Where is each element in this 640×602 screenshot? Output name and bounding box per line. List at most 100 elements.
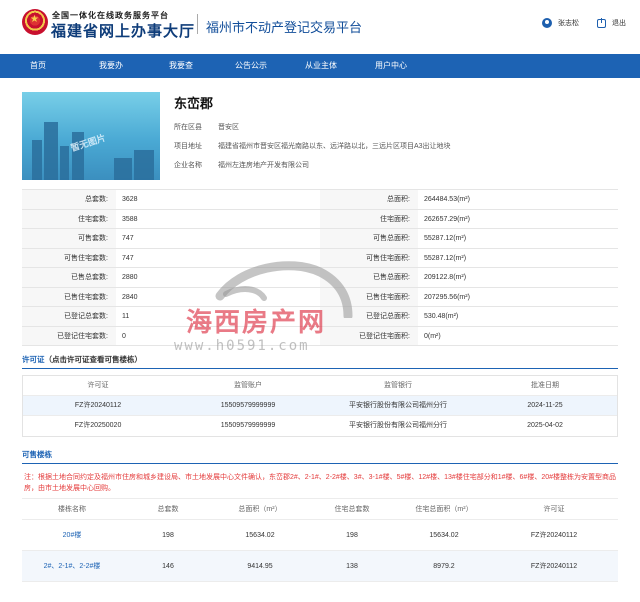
stat-value: 55287.12(m²) [424, 235, 467, 242]
emblem-icon [22, 9, 48, 35]
main-content: 暂无图片 东峦郡 所在区县 晋安区 项目地址 福建省福州市晋安区福光南路以东、远… [0, 92, 640, 582]
total-area: 9414.95 [247, 563, 273, 570]
column-header: 监管银行 [384, 382, 412, 389]
stat-row: 可售住宅套数: 747 可售住宅面积: 55287.12(m²) [22, 248, 618, 268]
building-shape [44, 122, 58, 180]
field-value: 福建省福州市晋安区福光南路以东、远洋路以北，三远片区项目A3出让地块 [217, 143, 451, 150]
table-row: 2#、2-1#、2-2#楼 146 9414.95 138 8979.2 FZ许… [22, 551, 618, 582]
user-name[interactable]: 张志松 [558, 18, 579, 28]
building-shape [60, 146, 69, 180]
table-row[interactable]: FZ许20240112 15509579999999 平安银行股份有限公司福州分… [23, 396, 617, 416]
license-number: FZ许20240112 [530, 532, 578, 539]
stat-value: 3628 [122, 196, 138, 203]
column-header: 许可证 [543, 506, 565, 513]
stat-row: 已售总套数: 2880 已售总面积: 209122.8(m²) [22, 268, 618, 288]
stat-label: 已登记总套数: [22, 307, 116, 326]
stat-label: 住宅套数: [22, 209, 116, 228]
field-label: 所在区县 [174, 124, 202, 131]
table-row[interactable]: FZ许20250020 15509579999999 平安银行股份有限公司福州分… [23, 416, 617, 436]
stat-value: 264484.53(m²) [424, 196, 470, 203]
stat-label: 已售住宅面积: [320, 287, 418, 306]
stat-value: 2880 [122, 274, 138, 281]
building-shape [134, 150, 154, 180]
license-title: 许可证 [22, 355, 45, 364]
user-area: 张志松 退出 [542, 17, 626, 28]
nav-home[interactable]: 首页 [0, 54, 76, 78]
building-shape [32, 140, 42, 180]
stat-value: 747 [122, 235, 134, 242]
escrow-bank: 平安银行股份有限公司福州分行 [349, 402, 447, 409]
stat-row: 已登记住宅套数: 0 已登记住宅面积: 0(m²) [22, 326, 618, 346]
stat-row: 已售住宅套数: 2840 已售住宅面积: 207295.56(m²) [22, 287, 618, 307]
license-number[interactable]: FZ许20240112 [23, 396, 173, 415]
stat-label: 已售住宅套数: [22, 287, 116, 306]
stat-label: 住宅面积: [320, 209, 418, 228]
sale-section-title: 可售楼栋 [22, 449, 618, 464]
total-units: 146 [162, 563, 174, 570]
stat-value: 530.48(m²) [424, 313, 459, 320]
logo-divider [197, 14, 198, 34]
main-nav: 首页 我要办 我要查 公告公示 从业主体 用户中心 [0, 54, 640, 78]
column-header: 监管账户 [234, 382, 262, 389]
logout-icon[interactable] [597, 17, 606, 28]
platform-title: 福州市不动产登记交易平台 [206, 21, 363, 36]
residential-units: 198 [346, 532, 358, 539]
stat-value: 209122.8(m²) [424, 274, 467, 281]
field-label: 企业名称 [174, 162, 202, 169]
user-icon[interactable] [542, 18, 552, 28]
field-value: 福州左连房地产开发有限公司 [217, 162, 309, 169]
approval-date: 2024-11-25 [527, 402, 563, 409]
stat-value: 262657.29(m²) [424, 215, 470, 223]
stat-row: 可售套数: 747 可售总面积: 55287.12(m²) [22, 229, 618, 249]
stat-label: 已登记住宅套数: [22, 326, 116, 345]
column-header: 住宅总套数 [334, 506, 370, 513]
stats-table: 总套数: 3628 总面积: 264484.53(m²) 住宅套数: 3588 住宅面积:… [22, 189, 618, 346]
stat-row: 住宅套数: 3588 住宅面积: 262657.29(m²) [22, 209, 618, 229]
residential-area: 15634.02 [429, 532, 459, 539]
column-header: 许可证 [87, 382, 109, 389]
field-value: 晋安区 [217, 124, 239, 131]
stat-value: 11 [122, 313, 130, 320]
stat-row: 总套数: 3628 总面积: 264484.53(m²) [22, 190, 618, 210]
project-summary: 暂无图片 东峦郡 所在区县 晋安区 项目地址 福建省福州市晋安区福光南路以东、远… [22, 92, 618, 185]
nav-practitioners[interactable]: 从业主体 [286, 54, 356, 78]
project-district: 所在区县 晋安区 [174, 122, 239, 132]
column-header: 总面积（m²） [238, 506, 282, 513]
project-image: 暂无图片 [22, 92, 160, 180]
stat-label: 已登记住宅面积: [320, 326, 418, 345]
logo-main-text[interactable]: 福建省网上办事大厅 [51, 20, 195, 41]
residential-area: 8979.2 [433, 563, 455, 570]
total-area: 15634.02 [245, 532, 275, 539]
residential-units: 138 [346, 563, 358, 570]
nav-user-center[interactable]: 用户中心 [356, 54, 426, 78]
license-table: 许可证 监管账户 监管银行 批准日期 FZ许20240112 155095799… [22, 375, 618, 437]
stat-value: 2840 [122, 293, 138, 301]
table-row: 20#楼 198 15634.02 198 15634.02 FZ许202401… [22, 520, 618, 551]
nav-query[interactable]: 我要查 [146, 54, 216, 78]
stat-value: 207295.56(m²) [424, 293, 470, 301]
field-label: 项目地址 [174, 143, 202, 150]
nav-apply[interactable]: 我要办 [76, 54, 146, 78]
stat-label: 已售总套数: [22, 268, 116, 287]
stat-value: 0 [122, 332, 126, 340]
license-number[interactable]: FZ许20250020 [23, 416, 173, 436]
nav-announcement[interactable]: 公告公示 [216, 54, 286, 78]
stat-label: 可售住宅套数: [22, 248, 116, 267]
stat-label: 可售套数: [22, 229, 116, 248]
sale-note: 注：根据土地合同约定及福州市住房和城乡建设局、市土地发展中心文件确认，东峦郡2#… [24, 474, 616, 492]
logout-link[interactable]: 退出 [612, 18, 626, 28]
project-name: 东峦郡 [174, 96, 214, 111]
building-link[interactable]: 2#、2-1#、2-2#楼 [22, 551, 122, 581]
column-header: 批准日期 [531, 382, 559, 389]
stat-value: 747 [122, 254, 134, 262]
stat-value: 55287.12(m²) [424, 254, 467, 262]
building-shape [114, 158, 132, 180]
approval-date: 2025-04-02 [527, 422, 563, 429]
building-link[interactable]: 20#楼 [22, 520, 122, 550]
license-section-title: 许可证（点击许可证查看可售楼栋） [22, 354, 618, 369]
total-units: 198 [162, 532, 174, 539]
stat-row: 已登记总套数: 11 已登记总面积: 530.48(m²) [22, 307, 618, 327]
stat-label: 可售总面积: [320, 229, 418, 248]
project-address: 项目地址 福建省福州市晋安区福光南路以东、远洋路以北，三远片区项目A3出让地块 [174, 141, 451, 151]
escrow-bank: 平安银行股份有限公司福州分行 [349, 422, 447, 429]
